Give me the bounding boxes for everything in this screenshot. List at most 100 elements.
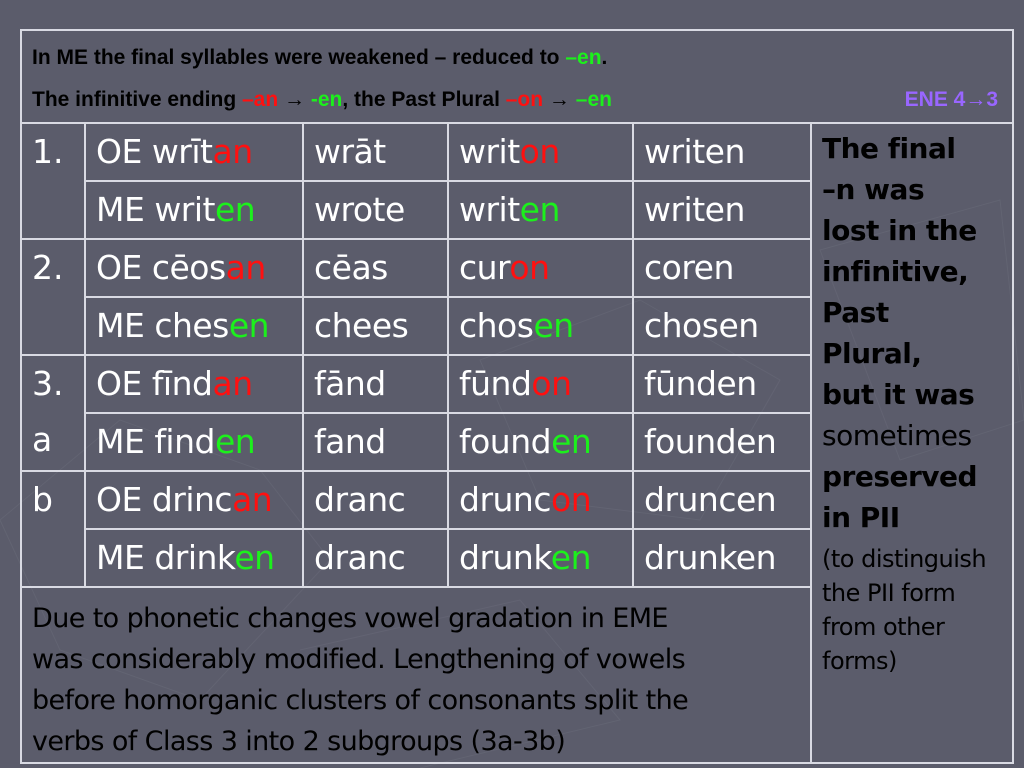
verb-form-cell: curon xyxy=(447,238,634,298)
new-ending: en xyxy=(214,190,256,229)
verb-stem: OE drinc xyxy=(96,480,233,519)
verb-stem: wrāt xyxy=(314,132,386,171)
side-note-line: from other xyxy=(822,613,945,641)
side-note-line: in PII xyxy=(822,501,900,534)
verb-form-cell: ME finden xyxy=(84,412,304,472)
header-line-2-part1: The infinitive ending xyxy=(32,88,242,111)
side-note-line: Plural, xyxy=(822,337,922,370)
verb-stem: fūnd xyxy=(459,364,532,403)
verb-form-cell: fānd xyxy=(302,354,449,414)
side-note-line: (to distinguish xyxy=(822,545,987,573)
verb-stem: chosen xyxy=(644,306,759,345)
new-ending: en xyxy=(550,538,592,577)
header-cell: In ME the final syllables were weakened … xyxy=(19,29,1015,124)
old-ending: on xyxy=(551,480,592,519)
verb-form-cell: fand xyxy=(302,412,449,472)
verb-form-cell: writen xyxy=(447,180,634,240)
verb-form-cell: druncon xyxy=(447,470,634,530)
verb-stem: ME find xyxy=(96,422,215,461)
side-note-line: the PII form xyxy=(822,579,956,607)
verb-form-cell: fūndon xyxy=(447,354,634,414)
verb-form-cell: dranc xyxy=(302,528,449,588)
verb-form-cell: writon xyxy=(447,122,634,182)
ene-label: ENE 4→3 xyxy=(904,88,999,111)
verb-stem: fūnden xyxy=(644,364,757,403)
verb-form-cell: coren xyxy=(632,238,812,298)
side-note-line: Past xyxy=(822,296,889,329)
verb-stem: chos xyxy=(459,306,534,345)
footer-note: Due to phonetic changes vowel gradation … xyxy=(20,586,812,764)
verb-stem: drunc xyxy=(459,480,552,519)
verb-form-cell: OE cēosan xyxy=(84,238,304,298)
verb-stem: drunk xyxy=(459,538,551,577)
verb-classes-table: In ME the final syllables were weakened … xyxy=(19,29,1015,764)
new-ending: en xyxy=(228,306,270,345)
verb-form-cell: writen xyxy=(632,180,812,240)
verb-form-cell: founden xyxy=(447,412,634,472)
old-ending: an xyxy=(225,248,267,287)
verb-form-cell: wrāt xyxy=(302,122,449,182)
verb-stem: writ xyxy=(459,190,520,229)
verb-form-cell: ME chesen xyxy=(84,296,304,356)
verb-stem: dranc xyxy=(314,480,406,519)
header-ending-en-2: -en xyxy=(310,88,343,111)
verb-stem: OE wrīt xyxy=(96,132,213,171)
verb-form-cell: chees xyxy=(302,296,449,356)
class-label: 2. xyxy=(32,248,64,287)
verb-form-cell: drunken xyxy=(447,528,634,588)
verb-stem: cur xyxy=(459,248,510,287)
footer-line: verbs of Class 3 into 2 subgroups (3a-3b… xyxy=(32,726,566,757)
class-label-cell: 3. a xyxy=(20,354,86,472)
header-line-2: The infinitive ending –an → -en, the Pas… xyxy=(32,79,1012,121)
verb-form-cell: writen xyxy=(632,122,812,182)
verb-stem: cēas xyxy=(314,248,388,287)
verb-stem: dranc xyxy=(314,538,406,577)
verb-form-cell: OE wrītan xyxy=(84,122,304,182)
class-label-cell: b xyxy=(20,470,86,588)
new-ending: en xyxy=(519,190,561,229)
class-label: 1. xyxy=(32,132,64,171)
old-ending: on xyxy=(519,132,561,171)
verb-form-cell: cēas xyxy=(302,238,449,298)
side-note-line: preserved xyxy=(822,460,978,493)
new-ending: en xyxy=(533,306,574,345)
header-ending-en: –en xyxy=(565,46,602,69)
verb-stem: ME writ xyxy=(96,190,215,229)
verb-form-cell: OE fīndan xyxy=(84,354,304,414)
verb-form-cell: wrote xyxy=(302,180,449,240)
new-ending: en xyxy=(234,538,275,577)
old-ending: on xyxy=(509,248,550,287)
verb-form-cell: druncen xyxy=(632,470,812,530)
arrow-icon: → xyxy=(543,88,576,111)
header-line-2-part2: , the Past Plural xyxy=(342,88,506,111)
verb-stem: fand xyxy=(314,422,386,461)
header-line-1: In ME the final syllables were weakened … xyxy=(32,37,1012,79)
verb-stem: writen xyxy=(644,190,745,229)
header-ending-en-3: –en xyxy=(575,88,612,111)
verb-stem: druncen xyxy=(644,480,777,519)
verb-form-cell: founden xyxy=(632,412,812,472)
header-ending-on: –on xyxy=(505,88,544,111)
new-ending: en xyxy=(214,422,256,461)
side-note-line: –n was xyxy=(822,173,925,206)
arrow-icon: → xyxy=(278,88,311,111)
verb-stem: wrote xyxy=(314,190,405,229)
side-note-cell: The final –n was lost in the infinitive, Pas… xyxy=(809,122,1015,764)
verb-stem: writ xyxy=(459,132,520,171)
side-note-line: but it was xyxy=(822,378,975,411)
verb-row: 1. OE wrītan wrāt writon writen The final –n w… xyxy=(20,122,1015,764)
verb-stem: found xyxy=(459,422,552,461)
header-ending-an: –an xyxy=(242,88,279,111)
footer-line: Due to phonetic changes vowel gradation … xyxy=(32,603,668,634)
verb-form-cell: chosen xyxy=(447,296,634,356)
footer-line: was considerably modified. Lengthening o… xyxy=(32,644,686,675)
header-row: In ME the final syllables were weakened … xyxy=(19,29,1015,124)
side-note-line: The final xyxy=(822,132,956,165)
header-line-1-text: In ME the final syllables were weakened … xyxy=(32,46,566,69)
verb-stem: founden xyxy=(644,422,777,461)
side-note-line: infinitive, xyxy=(822,255,969,288)
class-label: b xyxy=(32,480,53,519)
verb-form-cell: ME drinken xyxy=(84,528,304,588)
verb-form-cell: OE drincan xyxy=(84,470,304,530)
verb-stem: chees xyxy=(314,306,409,345)
